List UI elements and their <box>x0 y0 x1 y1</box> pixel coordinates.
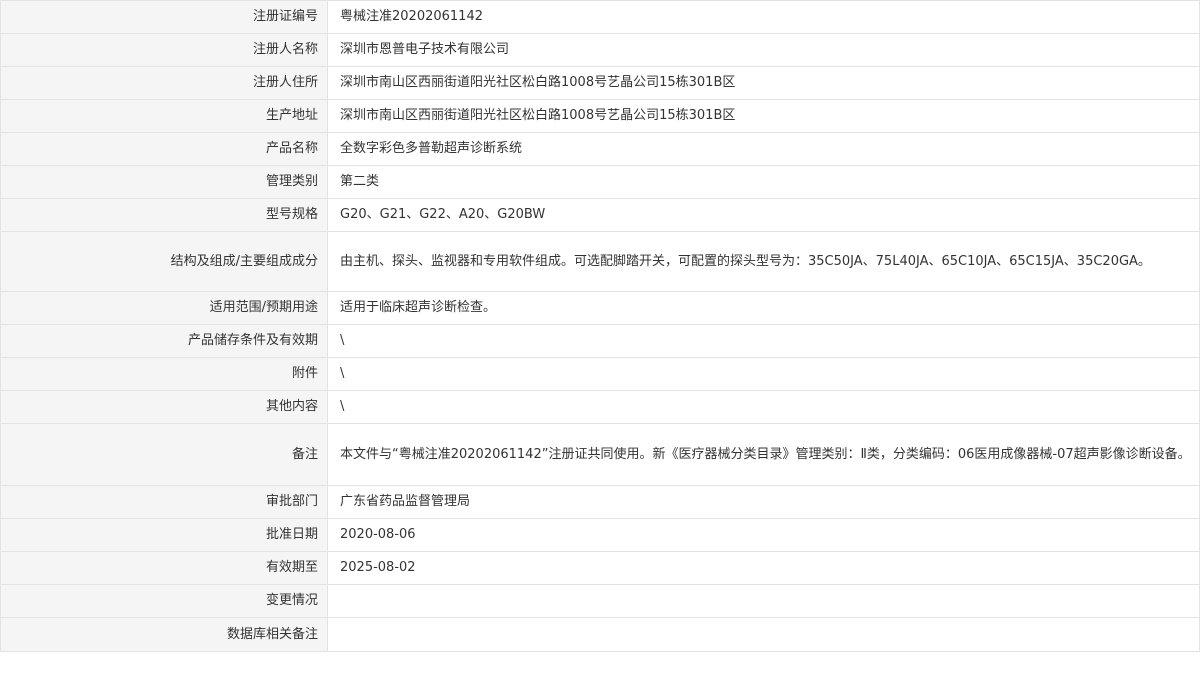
field-value: 深圳市南山区西丽街道阳光社区松白路1008号艺晶公司15栋301B区 <box>327 99 1200 133</box>
field-label: 备注 <box>0 423 328 486</box>
field-label: 有效期至 <box>0 551 328 585</box>
field-label: 数据库相关备注 <box>0 617 328 652</box>
table-row: 变更情况 <box>0 584 1200 618</box>
table-row: 型号规格 G20、G21、G22、A20、G20BW <box>0 198 1200 232</box>
field-value: 粤械注准20202061142 <box>327 0 1200 34</box>
field-value: 2025-08-02 <box>327 551 1200 585</box>
field-label: 产品储存条件及有效期 <box>0 324 328 358</box>
table-row: 管理类别 第二类 <box>0 165 1200 199</box>
field-value: \ <box>327 357 1200 391</box>
field-value: 深圳市恩普电子技术有限公司 <box>327 33 1200 67</box>
field-label: 变更情况 <box>0 584 328 618</box>
field-value: 第二类 <box>327 165 1200 199</box>
table-row: 其他内容 \ <box>0 390 1200 424</box>
field-value: 全数字彩色多普勒超声诊断系统 <box>327 132 1200 166</box>
field-label: 附件 <box>0 357 328 391</box>
field-label: 产品名称 <box>0 132 328 166</box>
field-value: 2020-08-06 <box>327 518 1200 552</box>
field-label: 审批部门 <box>0 485 328 519</box>
field-label: 结构及组成/主要组成成分 <box>0 231 328 292</box>
field-label: 其他内容 <box>0 390 328 424</box>
field-value: 由主机、探头、监视器和专用软件组成。可选配脚踏开关，可配置的探头型号为：35C5… <box>327 231 1200 292</box>
table-row: 附件 \ <box>0 357 1200 391</box>
table-row: 备注 本文件与“粤械注准20202061142”注册证共同使用。新《医疗器械分类… <box>0 423 1200 486</box>
table-row: 数据库相关备注 <box>0 617 1200 652</box>
field-label: 批准日期 <box>0 518 328 552</box>
field-label: 管理类别 <box>0 165 328 199</box>
table-row: 审批部门 广东省药品监督管理局 <box>0 485 1200 519</box>
field-value: \ <box>327 390 1200 424</box>
table-row: 批准日期 2020-08-06 <box>0 518 1200 552</box>
table-row: 注册证编号 粤械注准20202061142 <box>0 0 1200 34</box>
field-value: \ <box>327 324 1200 358</box>
table-row: 结构及组成/主要组成成分 由主机、探头、监视器和专用软件组成。可选配脚踏开关，可… <box>0 231 1200 292</box>
field-label: 适用范围/预期用途 <box>0 291 328 325</box>
field-value: 本文件与“粤械注准20202061142”注册证共同使用。新《医疗器械分类目录》… <box>327 423 1200 486</box>
field-label: 型号规格 <box>0 198 328 232</box>
table-row: 适用范围/预期用途 适用于临床超声诊断检查。 <box>0 291 1200 325</box>
field-label: 生产地址 <box>0 99 328 133</box>
field-label: 注册证编号 <box>0 0 328 34</box>
field-value: 广东省药品监督管理局 <box>327 485 1200 519</box>
table-row: 生产地址 深圳市南山区西丽街道阳光社区松白路1008号艺晶公司15栋301B区 <box>0 99 1200 133</box>
field-value <box>327 584 1200 618</box>
field-value: 适用于临床超声诊断检查。 <box>327 291 1200 325</box>
table-row: 注册人住所 深圳市南山区西丽街道阳光社区松白路1008号艺晶公司15栋301B区 <box>0 66 1200 100</box>
field-value: 深圳市南山区西丽街道阳光社区松白路1008号艺晶公司15栋301B区 <box>327 66 1200 100</box>
table-row: 注册人名称 深圳市恩普电子技术有限公司 <box>0 33 1200 67</box>
field-value: G20、G21、G22、A20、G20BW <box>327 198 1200 232</box>
table-row: 产品名称 全数字彩色多普勒超声诊断系统 <box>0 132 1200 166</box>
registration-record-table: 注册证编号 粤械注准20202061142 注册人名称 深圳市恩普电子技术有限公… <box>0 0 1200 652</box>
field-label: 注册人住所 <box>0 66 328 100</box>
field-label: 注册人名称 <box>0 33 328 67</box>
field-value <box>327 617 1200 652</box>
table-row: 有效期至 2025-08-02 <box>0 551 1200 585</box>
table-row: 产品储存条件及有效期 \ <box>0 324 1200 358</box>
